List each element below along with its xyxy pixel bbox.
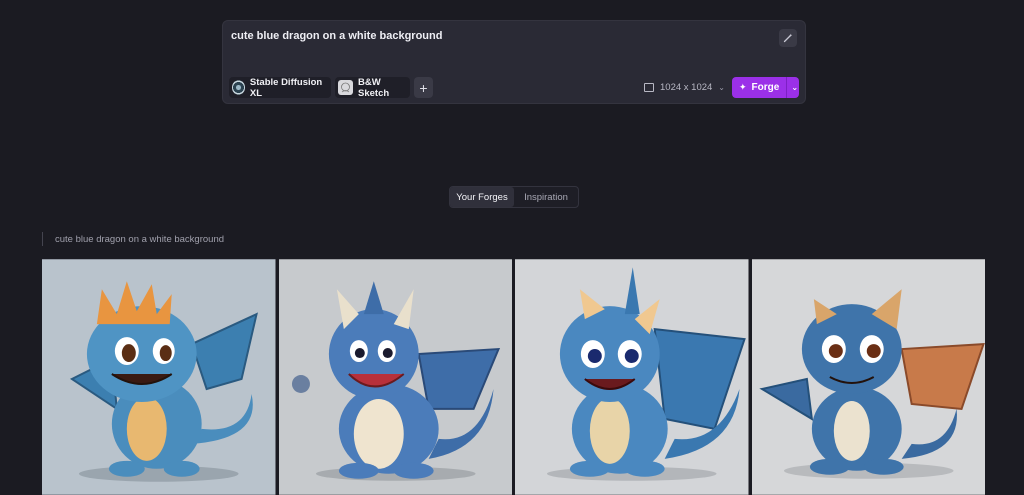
- prompt-input[interactable]: cute blue dragon on a white background: [231, 30, 442, 42]
- size-label: 1024 x 1024: [660, 82, 713, 93]
- tab-inspiration[interactable]: Inspiration: [514, 187, 578, 207]
- gallery-image[interactable]: [278, 259, 512, 495]
- dragon-image-2: [278, 259, 512, 495]
- forge-divider: [786, 77, 788, 98]
- model-label: Stable Diffusion XL: [249, 76, 323, 99]
- gallery-group-label: cute blue dragon on a white background: [42, 232, 224, 246]
- model-thumbnail: [232, 80, 245, 95]
- sparkle-icon: ✦: [739, 82, 747, 92]
- forge-button[interactable]: ✦ Forge ⌄: [732, 77, 799, 98]
- gallery-image[interactable]: [42, 259, 276, 495]
- style-selector[interactable]: B&W Sketch: [335, 76, 410, 99]
- image-icon: [644, 83, 654, 92]
- magic-wand-icon: [783, 33, 793, 43]
- forge-label: Forge: [751, 82, 780, 93]
- tab-your-forges[interactable]: Your Forges: [450, 187, 514, 207]
- magic-wand-button[interactable]: [779, 29, 797, 47]
- dragon-image-1: [42, 259, 276, 495]
- plus-icon: +: [419, 79, 428, 96]
- chevron-down-icon: ⌄: [718, 83, 725, 92]
- dragon-image-3: [515, 259, 749, 495]
- model-selector[interactable]: Stable Diffusion XL: [229, 76, 331, 99]
- size-selector[interactable]: 1024 x 1024 ⌄: [644, 79, 725, 96]
- forge-options-chevron-icon[interactable]: ⌄: [791, 83, 798, 92]
- style-thumbnail: [338, 80, 353, 95]
- image-gallery: [42, 259, 985, 495]
- gallery-image[interactable]: [515, 259, 749, 495]
- view-tabs: Your Forges Inspiration: [449, 186, 579, 208]
- dragon-image-4: [751, 259, 985, 495]
- style-label: B&W Sketch: [358, 76, 390, 99]
- gallery-image[interactable]: [751, 259, 985, 495]
- add-style-button[interactable]: +: [414, 77, 433, 98]
- prompt-panel: cute blue dragon on a white background S…: [222, 20, 806, 104]
